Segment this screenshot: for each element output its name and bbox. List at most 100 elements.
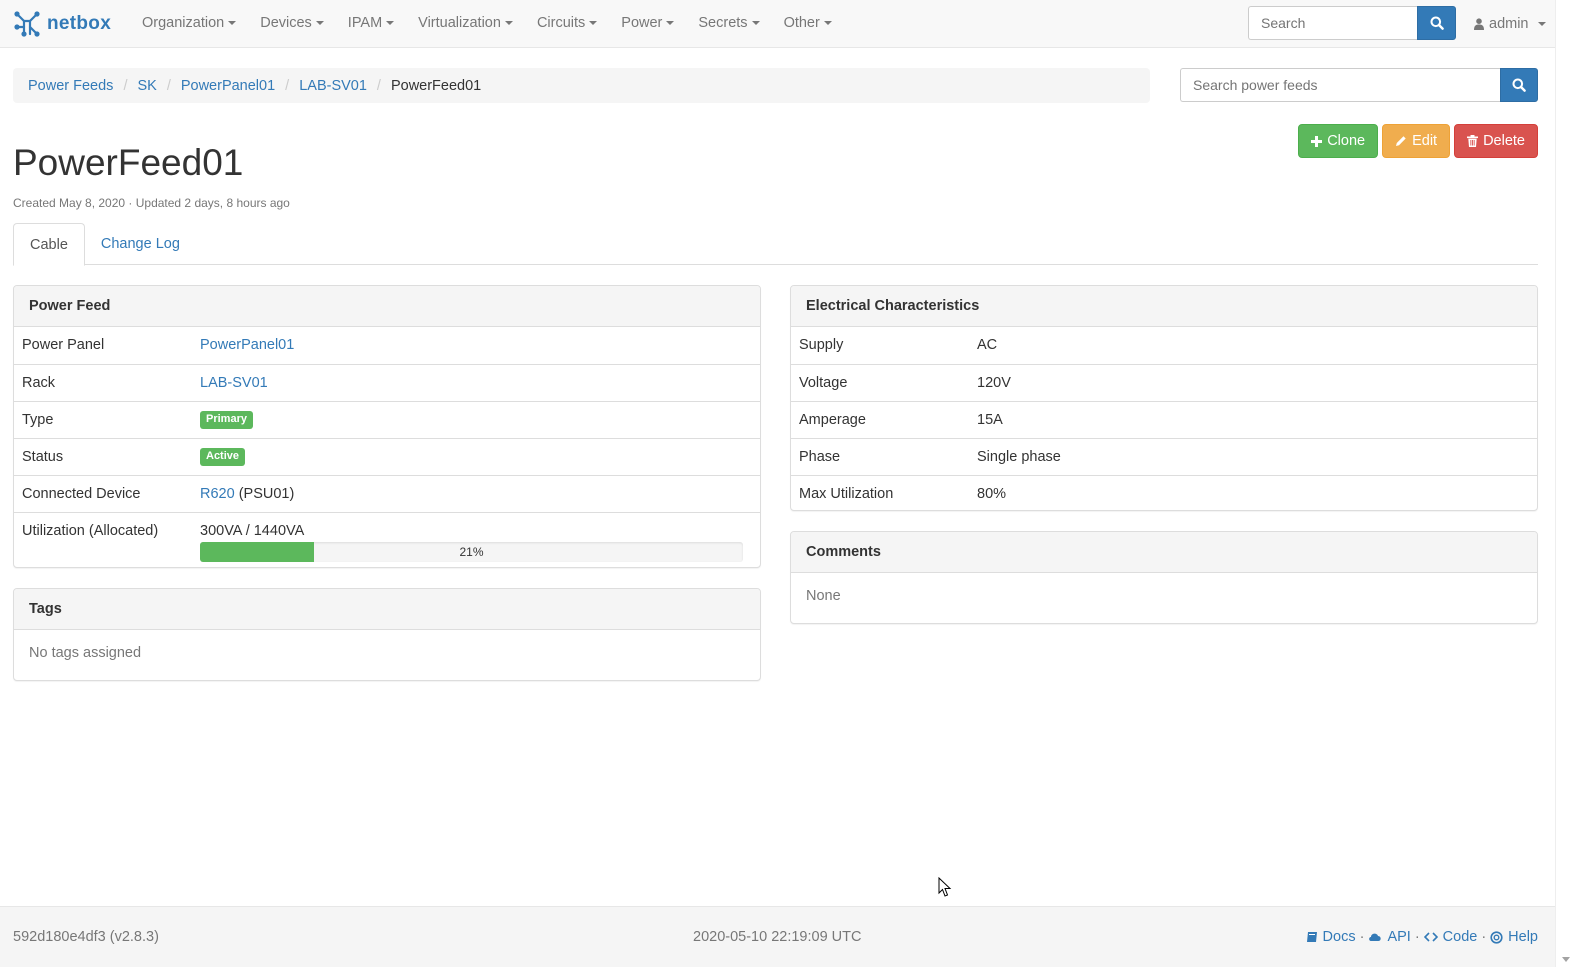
caret-down-icon xyxy=(589,21,598,26)
row-label: Phase xyxy=(799,449,841,465)
footer: 592d180e4df3 (v2.8.3) 2020-05-10 22:19:0… xyxy=(0,906,1555,967)
nav-organization[interactable]: Organization xyxy=(130,0,248,47)
electrical-table: Supply AC Voltage 120V Amperage 15A Phas… xyxy=(791,327,1537,510)
caret-down-icon xyxy=(228,21,237,26)
footer-help-link[interactable]: Help xyxy=(1490,929,1538,945)
panel-heading: Comments xyxy=(791,532,1537,573)
footer-link-label: Docs xyxy=(1322,929,1356,945)
nav-label: Power xyxy=(621,15,663,31)
nav-ipam[interactable]: IPAM xyxy=(336,0,406,47)
rack-link[interactable]: LAB-SV01 xyxy=(200,375,268,391)
row-value: Active xyxy=(200,439,760,475)
delete-label: Delete xyxy=(1483,133,1525,149)
user-name: admin xyxy=(1489,15,1529,32)
delete-button[interactable]: Delete xyxy=(1454,124,1538,158)
edit-label: Edit xyxy=(1412,133,1438,149)
breadcrumb-separator: / xyxy=(123,77,128,94)
search-icon xyxy=(1512,78,1526,92)
row-label: Power Panel xyxy=(22,337,105,353)
row-value: LAB-SV01 xyxy=(200,365,760,401)
footer-separator: · xyxy=(1414,929,1420,945)
power-panel-link[interactable]: PowerPanel01 xyxy=(200,337,294,353)
footer-code-link[interactable]: Code xyxy=(1423,929,1477,945)
power-feed-search-input[interactable] xyxy=(1180,68,1500,102)
nav-label: Other xyxy=(783,15,820,31)
breadcrumb-site[interactable]: SK xyxy=(137,78,156,94)
clone-button[interactable]: Clone xyxy=(1298,124,1379,158)
nav-secrets[interactable]: Secrets xyxy=(686,0,771,47)
tab-cable[interactable]: Cable xyxy=(13,223,85,266)
user-icon xyxy=(1474,17,1484,30)
nav-power[interactable]: Power xyxy=(609,0,686,47)
footer-docs-link[interactable]: Docs xyxy=(1306,929,1356,945)
power-feed-search-button[interactable] xyxy=(1500,68,1538,102)
global-search-input[interactable] xyxy=(1248,6,1417,40)
nav-label: Virtualization xyxy=(418,15,501,31)
nav-label: Devices xyxy=(260,15,312,31)
table-row: Voltage 120V xyxy=(791,364,1537,401)
row-label: Amperage xyxy=(799,412,866,428)
row-value: PowerPanel01 xyxy=(200,327,760,363)
row-label: Voltage xyxy=(799,375,848,391)
footer-link-label: Help xyxy=(1508,929,1538,945)
nav-other[interactable]: Other xyxy=(772,0,844,47)
tab-bar: Cable Change Log xyxy=(13,223,1538,266)
panel-heading: Tags xyxy=(14,589,760,630)
breadcrumb-power-panel[interactable]: PowerPanel01 xyxy=(181,78,275,94)
breadcrumb-rack[interactable]: LAB-SV01 xyxy=(299,78,367,94)
row-value: 120V xyxy=(977,375,1011,391)
nav-devices[interactable]: Devices xyxy=(248,0,336,47)
breadcrumb-current: PowerFeed01 xyxy=(390,77,482,94)
edit-button[interactable]: Edit xyxy=(1382,124,1451,158)
connected-device-link[interactable]: R620 xyxy=(200,486,235,502)
breadcrumb-separator: / xyxy=(376,77,381,94)
row-value: Single phase xyxy=(977,449,1061,465)
scroll-down-arrow-icon[interactable] xyxy=(1562,957,1570,962)
page-scrollbar[interactable] xyxy=(1555,0,1575,967)
row-value: AC xyxy=(977,337,998,353)
user-menu[interactable]: admin xyxy=(1474,0,1546,47)
breadcrumb-separator: / xyxy=(285,77,290,94)
row-value: 80% xyxy=(977,486,1007,502)
connected-port: (PSU01) xyxy=(238,486,295,503)
global-search-button[interactable] xyxy=(1417,6,1456,40)
navbar: netbox Organization Devices IPAM Virtual… xyxy=(0,0,1575,48)
row-label: Supply xyxy=(799,337,844,353)
tags-panel: Tags No tags assigned xyxy=(13,588,761,681)
code-icon xyxy=(1423,932,1438,942)
clone-label: Clone xyxy=(1327,133,1366,149)
nav-virtualization[interactable]: Virtualization xyxy=(406,0,525,47)
global-search xyxy=(1248,6,1456,40)
footer-api-link[interactable]: API xyxy=(1368,929,1411,945)
row-value: R620 (PSU01) xyxy=(200,476,760,512)
footer-link-label: API xyxy=(1387,929,1411,945)
row-value: 300VA / 1440VA 21% xyxy=(200,513,760,567)
utilization-percent: 21% xyxy=(459,545,484,560)
nav-circuits[interactable]: Circuits xyxy=(525,0,609,47)
table-row: Connected Device R620 (PSU01) xyxy=(14,475,760,512)
panel-heading: Electrical Characteristics xyxy=(791,286,1537,327)
row-label: Utilization (Allocated) xyxy=(22,523,159,540)
row-label: Rack xyxy=(22,375,56,391)
nav-label: Organization xyxy=(142,15,225,31)
netbox-logo-icon xyxy=(14,11,40,37)
tab-change-log[interactable]: Change Log xyxy=(85,223,196,265)
footer-separator: · xyxy=(1481,929,1487,945)
caret-down-icon xyxy=(666,21,675,26)
breadcrumb-power-feeds[interactable]: Power Feeds xyxy=(28,78,113,94)
brand-logo[interactable]: netbox xyxy=(13,9,111,39)
row-value: 15A xyxy=(977,412,1003,428)
table-row: Rack LAB-SV01 xyxy=(14,364,760,401)
table-row: Type Primary xyxy=(14,401,760,438)
table-row: Supply AC xyxy=(791,327,1537,364)
search-icon xyxy=(1430,16,1444,30)
mouse-cursor-icon xyxy=(938,877,952,897)
action-buttons: Clone Edit Delete xyxy=(1298,124,1538,158)
caret-down-icon xyxy=(751,21,760,26)
row-value: Primary xyxy=(200,402,760,438)
tags-empty-text: No tags assigned xyxy=(29,645,142,661)
table-row: Status Active xyxy=(14,438,760,475)
footer-separator: · xyxy=(1359,929,1365,945)
footer-timestamp: 2020-05-10 22:19:09 UTC xyxy=(693,929,862,945)
lifebuoy-icon xyxy=(1490,930,1503,944)
